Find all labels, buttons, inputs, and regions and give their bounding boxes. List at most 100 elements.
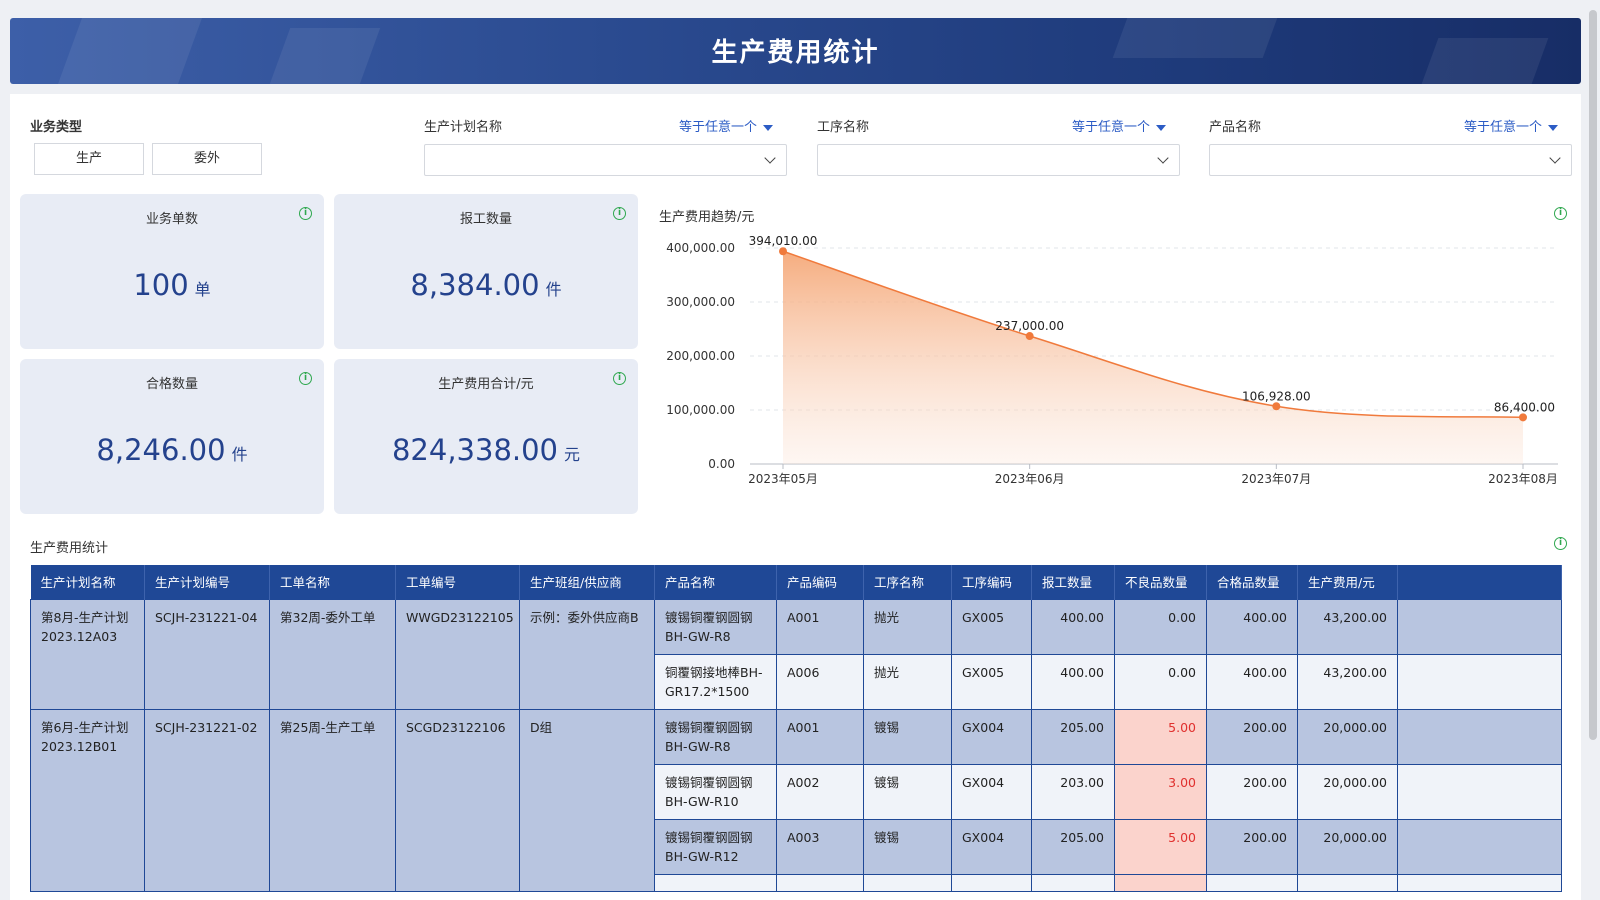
cell-process: 抛光 <box>863 653 952 710</box>
cell-product <box>654 873 777 892</box>
production-button[interactable]: 生产 <box>34 143 144 175</box>
caret-down-icon <box>763 124 774 131</box>
cell-product-code: A003 <box>776 818 864 875</box>
col-header[interactable]: 生产费用/元 <box>1297 565 1398 599</box>
cell-process-code <box>951 873 1032 892</box>
cell-qty: 205.00 <box>1031 818 1115 875</box>
series-area <box>783 251 1523 464</box>
data-point <box>1519 413 1527 422</box>
data-label: 237,000.00 <box>995 319 1064 333</box>
product-name-operator[interactable]: 等于任意一个 <box>1464 116 1559 135</box>
cell-qty: 400.00 <box>1031 598 1115 655</box>
y-tick-label: 100,000.00 <box>666 403 735 417</box>
info-icon[interactable]: i <box>613 372 626 385</box>
cell-product-code: A006 <box>776 653 864 710</box>
cell-order-name: 第32周-委外工单 <box>269 598 396 710</box>
chevron-down-icon <box>1549 152 1561 164</box>
kpi-title: 合格数量 <box>145 377 198 392</box>
cell-plan-name: 第8月-生产计划2023.12A03 <box>30 598 145 710</box>
table-row[interactable]: 第8月-生产计划2023.12A03 SCJH-231221-04 第32周-委… <box>30 598 1562 710</box>
outsource-button[interactable]: 委外 <box>152 143 262 175</box>
cell-bad-qty: 5.00 <box>1114 708 1207 765</box>
col-header[interactable]: 产品编码 <box>776 565 864 599</box>
kpi-value: 8,384.00 件 <box>410 268 562 302</box>
cell-empty <box>1397 598 1562 655</box>
col-header[interactable]: 工序名称 <box>863 565 952 599</box>
cell-good-qty: 200.00 <box>1206 763 1298 820</box>
data-point <box>1025 332 1034 341</box>
cell-product: 镀锡铜覆钢圆钢BH-GW-R12 <box>654 818 777 875</box>
cell-product: 镀锡铜覆钢圆钢BH-GW-R8 <box>654 598 777 655</box>
cell-cost: 20,000.00 <box>1297 818 1398 875</box>
cell-plan-no: SCJH-231221-04 <box>144 598 270 710</box>
col-header[interactable]: 不良品数量 <box>1114 565 1207 599</box>
data-label: 86,400.00 <box>1494 400 1555 414</box>
kpi-value: 8,246.00 件 <box>96 433 248 467</box>
col-header[interactable]: 生产计划编号 <box>144 565 270 599</box>
cell-good-qty <box>1206 873 1298 892</box>
col-header[interactable]: 报工数量 <box>1031 565 1115 599</box>
plan-name-label: 生产计划名称 <box>424 120 503 135</box>
col-header[interactable]: 生产班组/供应商 <box>519 565 655 599</box>
chevron-down-icon <box>764 152 776 164</box>
col-header[interactable]: 工序编码 <box>951 565 1032 599</box>
data-label: 394,010.00 <box>749 234 818 248</box>
page-scrollbar[interactable] <box>1589 10 1597 740</box>
y-tick-label: 0.00 <box>708 457 735 471</box>
cell-qty <box>1031 873 1115 892</box>
product-name-select[interactable] <box>1209 144 1572 176</box>
cell-process-code: GX005 <box>951 653 1032 710</box>
col-header-empty <box>1397 565 1562 599</box>
cell-empty <box>1397 708 1562 765</box>
info-icon[interactable]: i <box>1554 537 1567 550</box>
cell-process-code: GX005 <box>951 598 1032 655</box>
page-title: 生产费用统计 <box>711 38 880 68</box>
plan-name-select[interactable] <box>424 144 787 176</box>
cell-empty <box>1397 818 1562 875</box>
cell-process-code: GX004 <box>951 708 1032 765</box>
cell-plan-name: 第6月-生产计划2023.12B01 <box>30 708 145 892</box>
product-name-label: 产品名称 <box>1209 120 1262 135</box>
cell-product-code: A002 <box>776 763 864 820</box>
cell-process <box>863 873 952 892</box>
col-header[interactable]: 合格品数量 <box>1206 565 1298 599</box>
col-header[interactable]: 生产计划名称 <box>30 565 145 599</box>
cell-process: 镀锡 <box>863 818 952 875</box>
kpi-card-qualified-qty: 合格数量 i 8,246.00 件 <box>20 359 324 514</box>
data-label: 106,928.00 <box>1242 389 1311 403</box>
process-name-select[interactable] <box>817 144 1180 176</box>
cell-product: 镀锡铜覆钢圆钢BH-GW-R8 <box>654 708 777 765</box>
info-icon[interactable]: i <box>1554 207 1567 220</box>
col-header[interactable]: 产品名称 <box>654 565 777 599</box>
chart-title: 生产费用趋势/元 <box>659 210 755 225</box>
page-header: 生产费用统计 <box>10 18 1581 84</box>
info-icon[interactable]: i <box>299 207 312 220</box>
cell-process: 镀锡 <box>863 763 952 820</box>
info-icon[interactable]: i <box>613 207 626 220</box>
process-name-operator[interactable]: 等于任意一个 <box>1072 116 1167 135</box>
col-header[interactable]: 工单名称 <box>269 565 396 599</box>
caret-down-icon <box>1548 124 1559 131</box>
col-header[interactable]: 工单编号 <box>395 565 520 599</box>
info-icon[interactable]: i <box>299 372 312 385</box>
cell-bad-qty: 3.00 <box>1114 763 1207 820</box>
cell-product-code: A001 <box>776 598 864 655</box>
table-row[interactable]: 第6月-生产计划2023.12B01 SCJH-231221-02 第25周-生… <box>30 708 1562 892</box>
cell-product-code: A001 <box>776 708 864 765</box>
y-tick-label: 400,000.00 <box>666 241 735 255</box>
kpi-title: 报工数量 <box>459 212 512 227</box>
cell-product: 铜覆钢接地棒BH-GR17.2*1500 <box>654 653 777 710</box>
cell-team: 示例：委外供应商B <box>519 598 655 710</box>
cell-good-qty: 200.00 <box>1206 818 1298 875</box>
cell-empty <box>1397 763 1562 820</box>
cell-bad-qty: 0.00 <box>1114 653 1207 710</box>
cell-qty: 205.00 <box>1031 708 1115 765</box>
cell-team: D组 <box>519 708 655 892</box>
y-tick-label: 200,000.00 <box>666 349 735 363</box>
cell-good-qty: 200.00 <box>1206 708 1298 765</box>
plan-name-operator[interactable]: 等于任意一个 <box>679 116 774 135</box>
cell-product-code <box>776 873 864 892</box>
cell-process: 抛光 <box>863 598 952 655</box>
cell-cost: 43,200.00 <box>1297 598 1398 655</box>
cost-table: 生产计划名称 生产计划编号 工单名称 工单编号 生产班组/供应商 产品名称 产品… <box>30 565 1562 892</box>
